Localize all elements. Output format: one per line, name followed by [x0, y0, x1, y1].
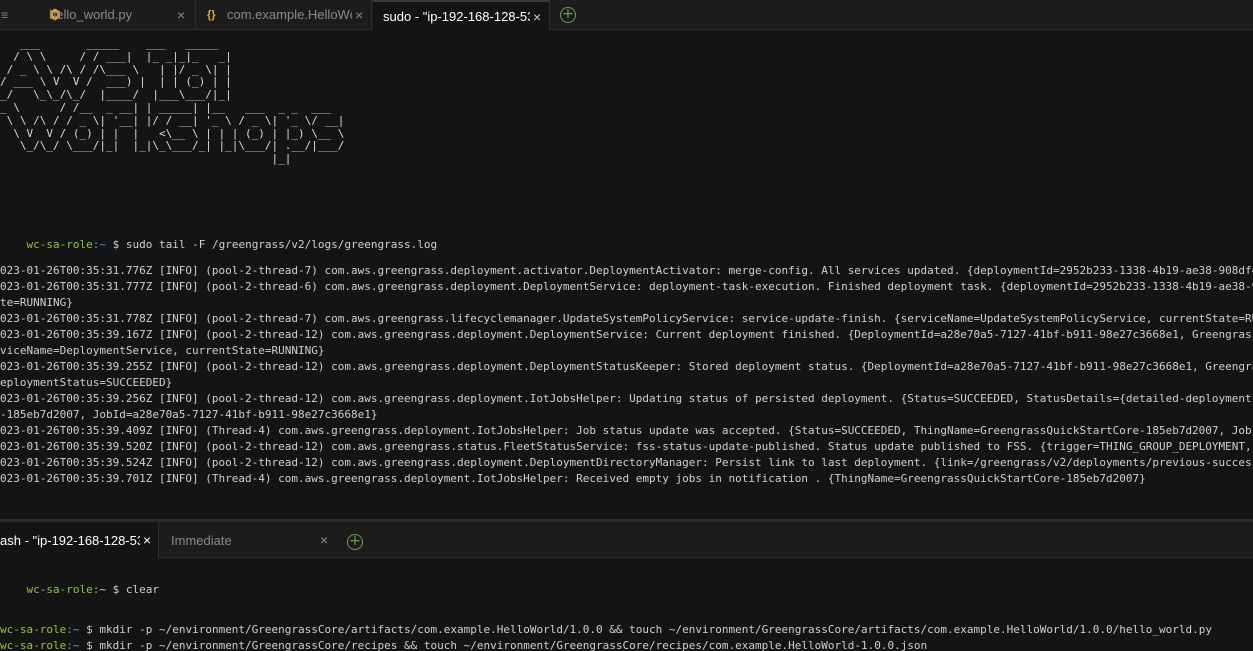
- log-line: 023-01-26T00:35:39.256Z [INFO] (pool-2-t…: [0, 392, 1253, 405]
- prompt-line: wc-sa-role:~ $ sudo tail -F /greengrass/…: [0, 221, 1253, 251]
- log-line: -185eb7d2007, JobId=a28e70a5-7127-41bf-b…: [0, 408, 378, 421]
- close-icon[interactable]: ×: [143, 522, 151, 559]
- banner-line: _ \ / /__ _ __| | _____| |__ ___ _ _ ___: [0, 100, 332, 114]
- tab-label: com.example.HelloWo: [227, 7, 352, 22]
- terminal-tab-bar: ash - "ip-192-168-128-53 × Immediate × +: [0, 521, 1253, 559]
- log-line: 023-01-26T00:35:39.701Z [INFO] (Thread-4…: [0, 472, 1146, 485]
- banner-line: / \ \ / / ___| |_ _|_|_ _|: [0, 49, 232, 63]
- log-line: 023-01-26T00:35:31.777Z [INFO] (pool-2-t…: [0, 280, 1253, 293]
- close-icon[interactable]: ×: [533, 2, 541, 30]
- tab-helloworld-json[interactable]: {} com.example.HelloWo ×: [197, 0, 372, 30]
- log-line: eploymentStatus=SUCCEEDED}: [0, 376, 173, 389]
- close-icon[interactable]: ×: [320, 522, 328, 559]
- prompt-separator: :: [66, 623, 73, 636]
- upper-terminal[interactable]: wc-sa-role:~ $ sudo tail -F /greengrass/…: [0, 195, 1253, 500]
- command-text: mkdir -p ~/environment/GreengrassCore/ar…: [99, 623, 1212, 636]
- tab-label: Immediate: [171, 533, 232, 548]
- prompt-user: wc-sa-role:: [26, 584, 100, 596]
- log-line: 023-01-26T00:35:39.520Z [INFO] (pool-2-t…: [0, 440, 1253, 453]
- json-file-icon: {}: [207, 9, 216, 21]
- close-icon[interactable]: ×: [177, 0, 185, 30]
- banner-line: ___ _____ ___ _____: [0, 37, 219, 50]
- command-history: wc-sa-role:~ $ mkdir -p ~/environment/Gr…: [0, 622, 1253, 651]
- prompt-symbol: $: [79, 623, 100, 636]
- prompt-user: wc-sa-role: [26, 238, 93, 251]
- close-icon[interactable]: ×: [355, 0, 363, 30]
- log-line: 023-01-26T00:35:31.778Z [INFO] (pool-2-t…: [0, 312, 1253, 325]
- lower-terminal[interactable]: wc-sa-role:~ $ clear wc-sa-role:~ $ mkdi…: [0, 558, 1253, 651]
- prompt-separator: :: [66, 639, 73, 651]
- command-text: sudo tail -F /greengrass/v2/logs/greengr…: [125, 238, 438, 251]
- tab-label: sudo - "ip-192-168-128-53: [383, 9, 530, 24]
- add-tab-button[interactable]: +: [560, 7, 576, 23]
- tab-label: ash - "ip-192-168-128-53: [0, 533, 140, 548]
- prompt-symbol: $: [79, 639, 100, 651]
- tab-label: hello_world.py: [49, 7, 133, 22]
- ascii-banner: ___ _____ ___ _____ / \ \ / / ___| |_ _|…: [0, 37, 345, 166]
- tab-bash-terminal[interactable]: ash - "ip-192-168-128-53 ×: [0, 522, 159, 559]
- tab-menu-icon[interactable]: ≡: [1, 0, 8, 30]
- log-line: 023-01-26T00:35:39.524Z [INFO] (pool-2-t…: [0, 456, 1253, 469]
- command-text: mkdir -p ~/environment/GreengrassCore/re…: [99, 639, 928, 651]
- add-tab-button[interactable]: +: [347, 534, 363, 550]
- log-output: 023-01-26T00:35:31.776Z [INFO] (pool-2-t…: [0, 263, 1253, 487]
- banner-line: \ \ /\ / / _ \| '__| |/ / __| '_ \ / _ \…: [0, 113, 345, 127]
- prompt-user: wc-sa-role: [0, 639, 67, 651]
- prompt-line: wc-sa-role:~ $ mkdir -p ~/environment/Gr…: [0, 638, 1253, 651]
- tab-immediate[interactable]: Immediate ×: [160, 522, 338, 559]
- log-line: 023-01-26T00:35:31.776Z [INFO] (pool-2-t…: [0, 264, 1253, 277]
- log-line: te=RUNNING}: [0, 296, 73, 309]
- tab-hello-world-py[interactable]: hello_world.py ×: [18, 0, 196, 30]
- banner-line: |_|: [0, 152, 292, 166]
- log-line: 023-01-26T00:35:39.255Z [INFO] (pool-2-t…: [0, 360, 1253, 373]
- command-text: ~ $ clear: [99, 584, 159, 596]
- log-line: 023-01-26T00:35:39.167Z [INFO] (pool-2-t…: [0, 328, 1253, 341]
- partial-line: wc-sa-role:~ $ clear: [0, 584, 1253, 596]
- prompt-symbol: $: [105, 238, 126, 251]
- log-line: 023-01-26T00:35:39.409Z [INFO] (Thread-4…: [0, 424, 1253, 437]
- prompt-line: wc-sa-role:~ $ mkdir -p ~/environment/Gr…: [0, 622, 1253, 638]
- log-line: viceName=DeploymentService, currentState…: [0, 344, 325, 357]
- prompt-path: ~: [99, 238, 106, 251]
- tab-sudo-terminal[interactable]: sudo - "ip-192-168-128-53 ×: [373, 0, 550, 30]
- prompt-user: wc-sa-role: [0, 623, 67, 636]
- editor-tab-bar: ≡ hello_world.py × {} com.example.HelloW…: [0, 0, 1253, 30]
